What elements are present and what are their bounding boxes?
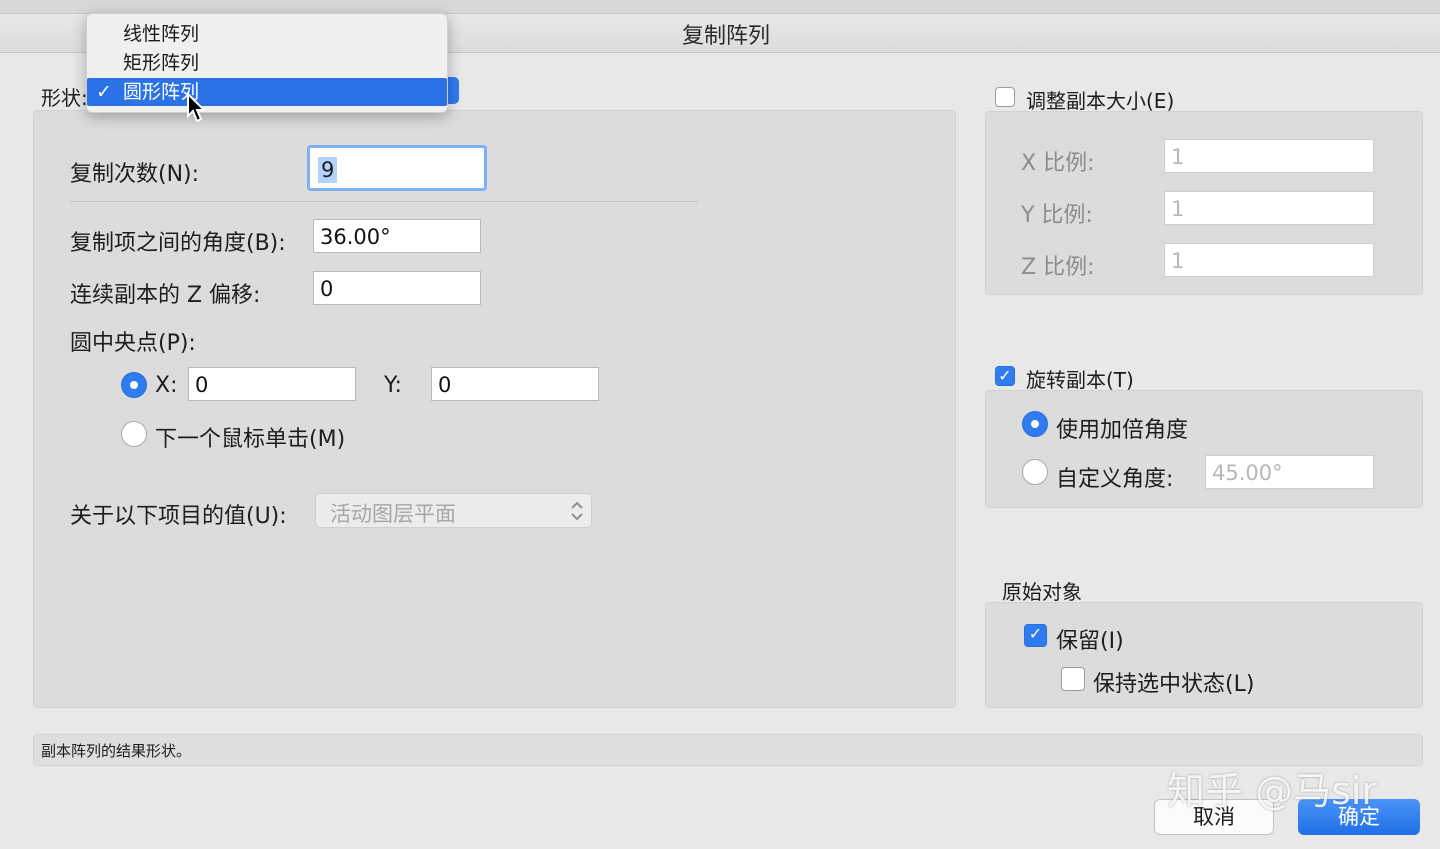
menu-item-rectangular[interactable]: 矩形阵列	[87, 49, 447, 77]
original-object-heading: 原始对象	[1002, 580, 1082, 604]
relative-to-select[interactable]: 活动图层平面	[315, 493, 592, 528]
center-x-label: X:	[155, 373, 178, 398]
z-offset-input[interactable]: 0	[313, 271, 481, 305]
rotate-panel	[985, 390, 1423, 508]
center-y-label: Y:	[384, 373, 402, 398]
checkmark-icon: ✓	[96, 81, 112, 103]
center-y-input[interactable]: 0	[431, 367, 599, 401]
center-xy-radio[interactable]	[121, 372, 147, 398]
status-text: 副本阵列的结果形状。	[41, 742, 192, 760]
center-x-input[interactable]: 0	[188, 367, 356, 401]
custom-angle-label: 自定义角度:	[1056, 467, 1174, 492]
shape-label: 形状:	[41, 86, 88, 110]
parameters-panel	[33, 110, 956, 708]
multiply-angle-label: 使用加倍角度	[1056, 418, 1189, 443]
resize-copies-label: 调整副本大小(E)	[1026, 89, 1175, 113]
shape-menu: 线性阵列 矩形阵列 ✓ 圆形阵列	[86, 13, 448, 113]
keep-selected-label: 保持选中状态(L)	[1093, 672, 1255, 697]
copies-input[interactable]: 9	[307, 145, 487, 191]
keep-original-checkbox[interactable]: ✓	[1024, 624, 1047, 647]
custom-angle-radio[interactable]	[1022, 459, 1048, 485]
y-scale-label: Y 比例:	[1021, 203, 1093, 228]
copies-value: 9	[318, 157, 338, 183]
next-click-label: 下一个鼠标单击(M)	[155, 427, 346, 452]
resize-copies-checkbox[interactable]	[995, 87, 1015, 107]
next-click-radio[interactable]	[121, 421, 147, 447]
keep-selected-checkbox[interactable]	[1061, 667, 1085, 691]
custom-angle-input[interactable]: 45.00°	[1205, 455, 1374, 489]
z-scale-label: Z 比例:	[1021, 255, 1095, 280]
y-scale-input[interactable]: 1	[1164, 191, 1374, 225]
rotate-copies-label: 旋转副本(T)	[1026, 368, 1134, 392]
divider	[70, 201, 698, 202]
z-scale-input[interactable]: 1	[1164, 243, 1374, 277]
keep-original-label: 保留(I)	[1056, 629, 1124, 654]
center-point-label: 圆中央点(P):	[70, 331, 196, 356]
chevron-updown-icon	[571, 501, 583, 521]
relative-to-value: 活动图层平面	[330, 502, 456, 526]
z-offset-label: 连续副本的 Z 偏移:	[70, 283, 261, 308]
relative-to-label: 关于以下项目的值(U):	[70, 504, 287, 529]
angle-label: 复制项之间的角度(B):	[70, 231, 286, 256]
menu-item-linear[interactable]: 线性阵列	[87, 20, 447, 48]
watermark: 知乎 @马sir	[1167, 769, 1378, 813]
multiply-angle-radio[interactable]	[1022, 411, 1048, 437]
copies-label: 复制次数(N):	[70, 162, 200, 187]
x-scale-input[interactable]: 1	[1164, 139, 1374, 173]
mouse-cursor-icon	[187, 92, 207, 123]
menu-item-circular[interactable]: ✓ 圆形阵列	[87, 78, 447, 106]
angle-input[interactable]: 36.00°	[313, 219, 481, 253]
background-window-toolbar	[0, 0, 1440, 14]
x-scale-label: X 比例:	[1021, 151, 1095, 176]
rotate-copies-checkbox[interactable]: ✓	[995, 366, 1015, 386]
